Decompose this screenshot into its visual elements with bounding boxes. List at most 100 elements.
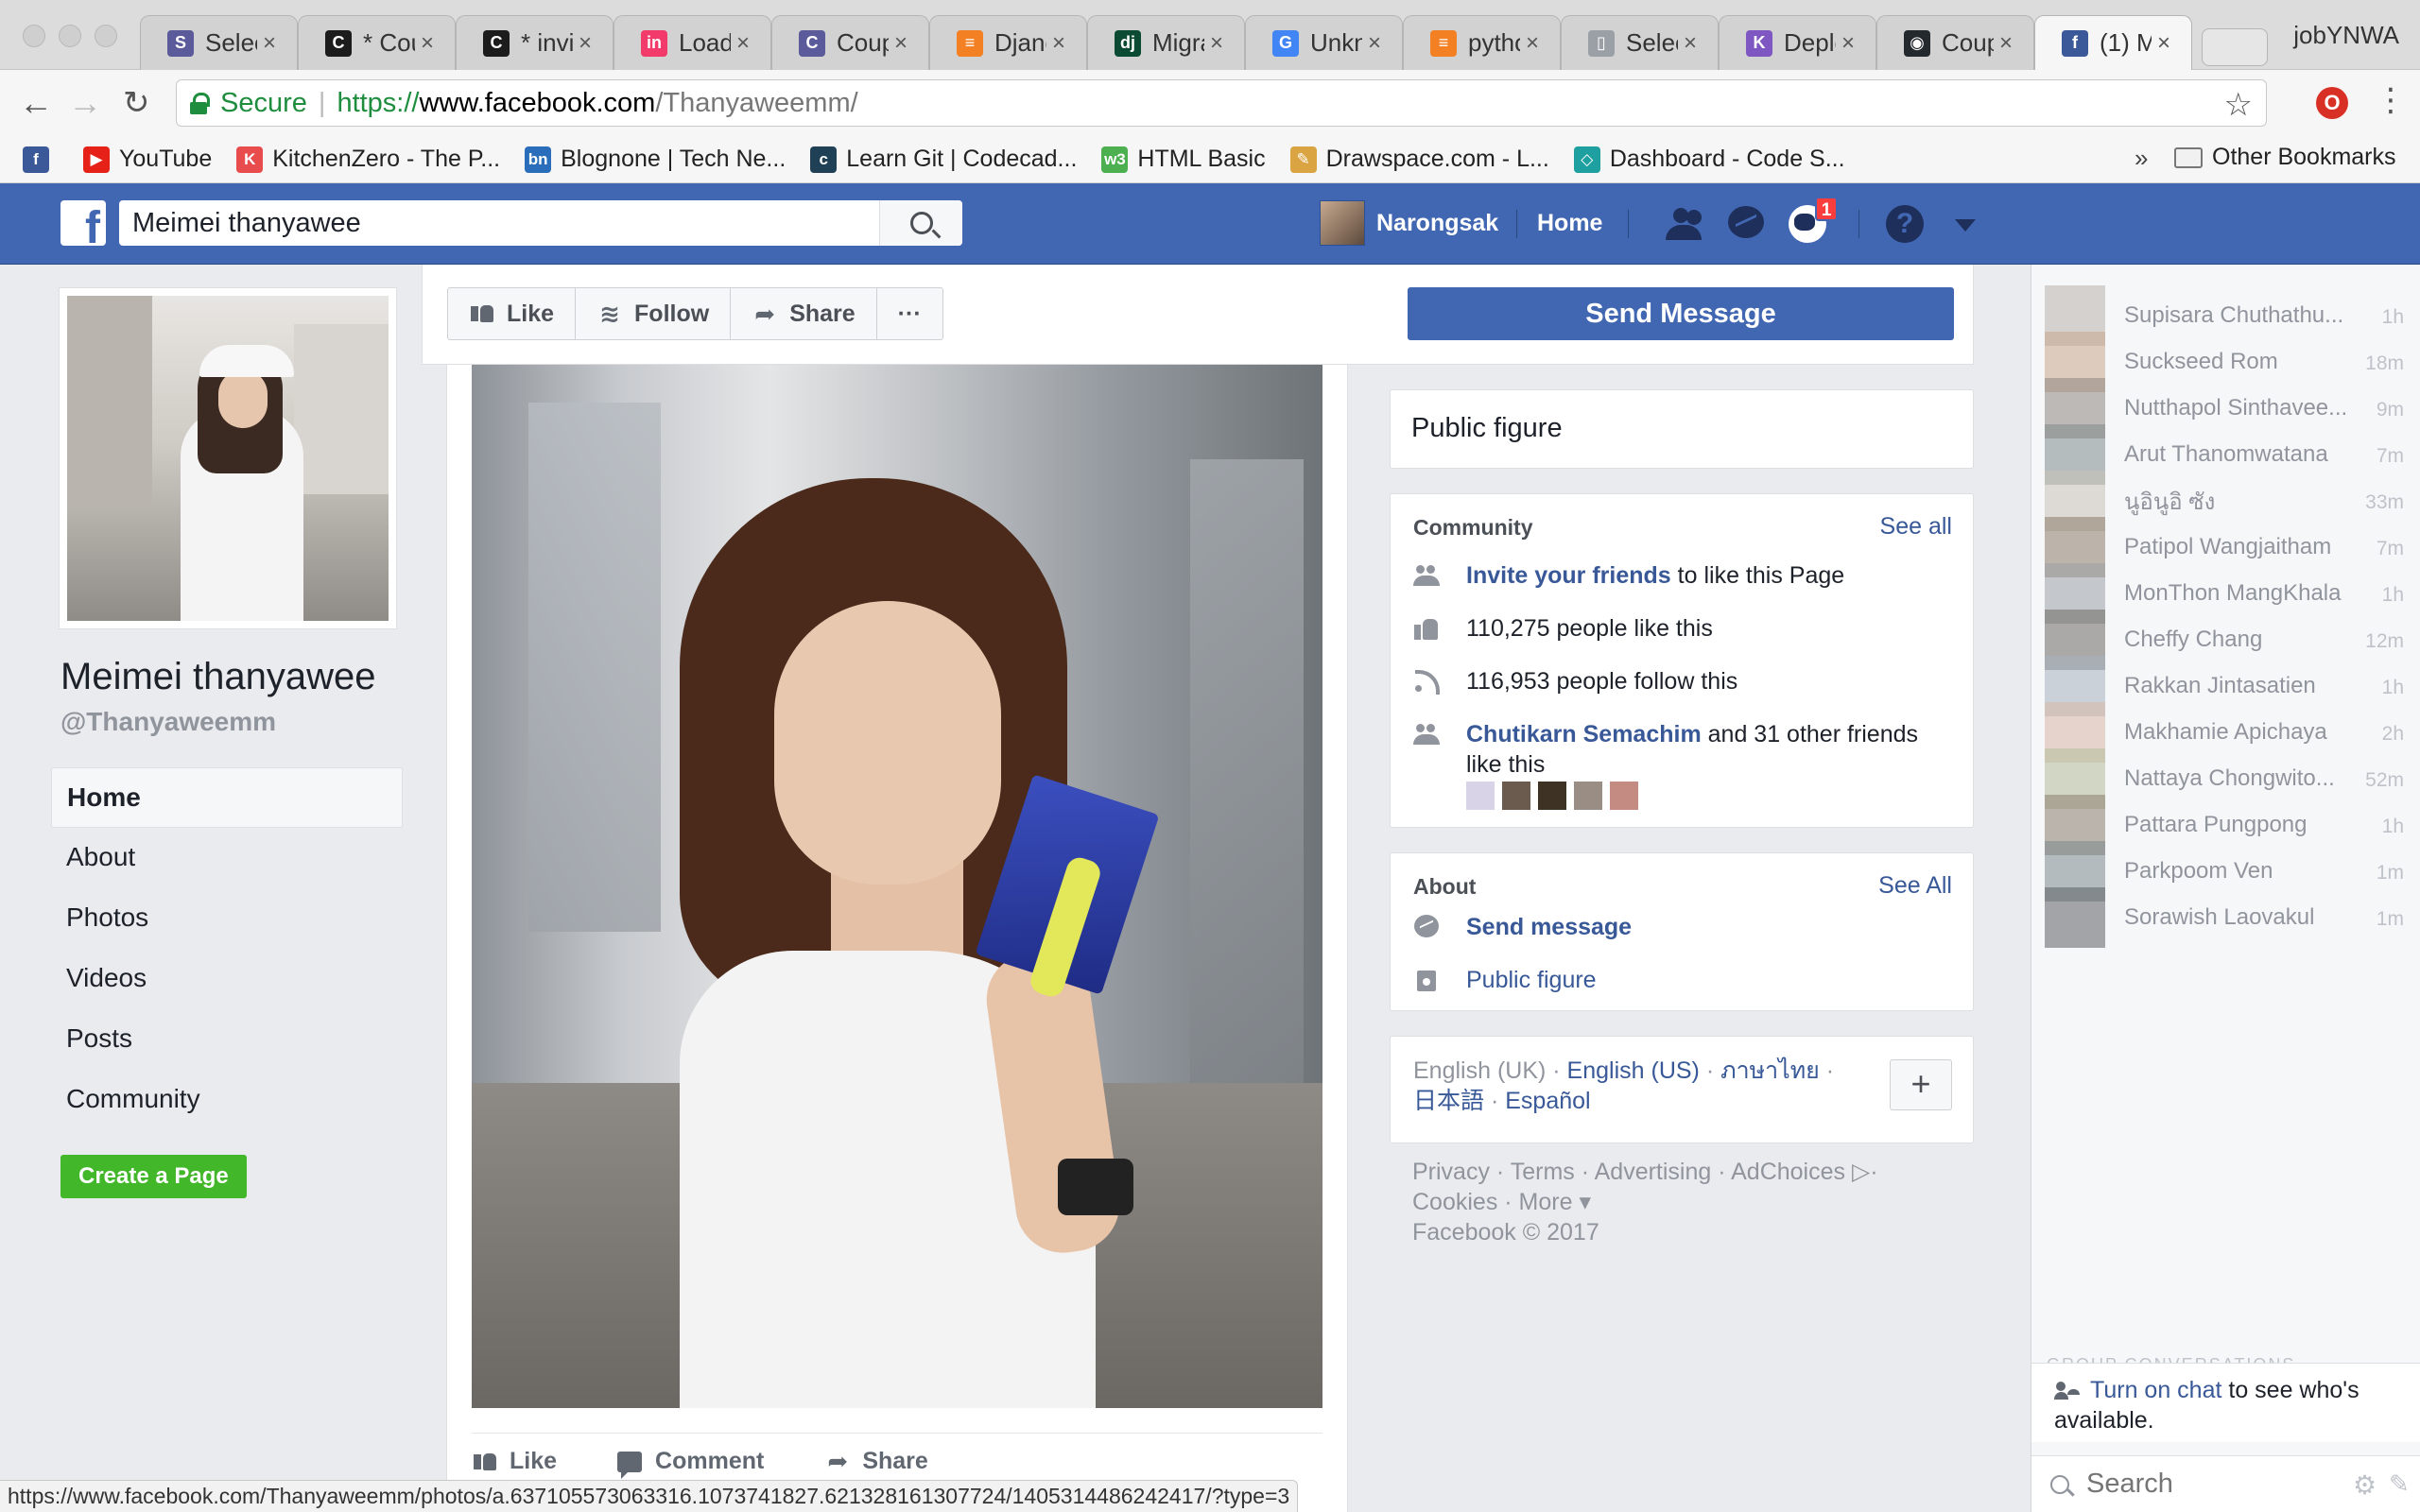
- friends-icon[interactable]: [1660, 202, 1703, 246]
- messenger-icon[interactable]: [1724, 202, 1768, 246]
- turn-on-chat-link[interactable]: Turn on chat: [2090, 1377, 2221, 1403]
- post-photo[interactable]: [472, 365, 1322, 1408]
- bookmark-item[interactable]: bn Blognone | Tech Ne...: [525, 146, 786, 173]
- reload-button[interactable]: ↻: [123, 85, 150, 121]
- search-button[interactable]: [879, 200, 962, 246]
- browser-tab[interactable]: ≡ pytho×: [1403, 15, 1561, 70]
- follow-button[interactable]: ≋ Follow: [576, 287, 732, 340]
- new-tab-button[interactable]: [2202, 28, 2268, 66]
- community-see-all-link[interactable]: See all: [1880, 513, 1952, 541]
- close-icon[interactable]: ×: [263, 30, 276, 57]
- page-handle[interactable]: @Thanyaweemm: [60, 707, 276, 737]
- footer-line[interactable]: Privacy · Terms · Advertising · AdChoice…: [1412, 1157, 1942, 1187]
- close-icon[interactable]: ×: [579, 30, 592, 57]
- post-comment-button[interactable]: Comment: [617, 1448, 764, 1479]
- page-nav-item-videos[interactable]: Videos: [51, 949, 403, 1009]
- create-page-button[interactable]: Create a Page: [60, 1155, 247, 1198]
- close-icon[interactable]: ×: [1052, 30, 1065, 57]
- bookmark-item[interactable]: ✎ Drawspace.com - L...: [1289, 146, 1549, 173]
- browser-tab[interactable]: ▯ Selec×: [1561, 15, 1719, 70]
- browser-profile-name[interactable]: jobYNWA: [2293, 21, 2399, 50]
- language-link[interactable]: English (US): [1567, 1057, 1700, 1084]
- close-icon[interactable]: ×: [1999, 30, 2013, 57]
- bookmark-item[interactable]: K KitchenZero - The P...: [236, 146, 500, 173]
- footer-line[interactable]: Cookies · More ▾: [1412, 1187, 1942, 1217]
- home-link[interactable]: Home: [1537, 210, 1602, 237]
- share-page-button[interactable]: ➦ Share: [731, 287, 877, 340]
- page-nav-item-posts[interactable]: Posts: [51, 1009, 403, 1070]
- close-icon[interactable]: ×: [1684, 30, 1697, 57]
- close-icon[interactable]: ×: [1368, 30, 1381, 57]
- browser-tab[interactable]: ◉ Coup ×: [1876, 15, 2034, 70]
- language-link[interactable]: ภาษาไทย: [1720, 1057, 1820, 1084]
- close-icon[interactable]: ×: [2157, 30, 2170, 57]
- bookmark-item[interactable]: f: [23, 146, 59, 173]
- follows-count[interactable]: 116,953 people follow this: [1466, 666, 1737, 696]
- close-icon[interactable]: ×: [1210, 30, 1223, 57]
- minimize-window-button[interactable]: [59, 25, 81, 47]
- language-link[interactable]: Español: [1505, 1088, 1590, 1114]
- bookmarks-overflow-button[interactable]: »: [2135, 144, 2148, 173]
- browser-tab[interactable]: G Unkn ×: [1245, 15, 1403, 70]
- language-link[interactable]: 日本語: [1413, 1088, 1484, 1114]
- like-page-button[interactable]: Like: [447, 287, 577, 340]
- close-window-button[interactable]: [23, 25, 45, 47]
- browser-tab[interactable]: C Coup ×: [771, 15, 929, 70]
- avatar[interactable]: [1466, 782, 1495, 810]
- page-nav-item-about[interactable]: About: [51, 828, 403, 888]
- post-like-button[interactable]: Like: [472, 1448, 557, 1475]
- about-send-message-link[interactable]: Send message: [1466, 912, 1632, 942]
- search-input[interactable]: [119, 201, 875, 245]
- browser-tab[interactable]: ≡ Djang×: [929, 15, 1087, 70]
- browser-tab[interactable]: in Loadi×: [614, 15, 771, 70]
- profile-picture[interactable]: [59, 287, 397, 629]
- maximize-window-button[interactable]: [95, 25, 117, 47]
- browser-menu-icon[interactable]: ⋮: [2375, 81, 2407, 119]
- back-button[interactable]: ←: [19, 85, 53, 121]
- page-title[interactable]: Meimei thanyawee: [60, 656, 376, 698]
- post-share-button[interactable]: ➦ Share: [824, 1447, 927, 1475]
- invite-friends-link[interactable]: Invite your friends: [1466, 562, 1671, 589]
- page-nav-item-home[interactable]: Home: [51, 767, 403, 828]
- avatar[interactable]: [1538, 782, 1566, 810]
- browser-tab[interactable]: C * Cou×: [298, 15, 456, 70]
- chat-contact[interactable]: Sorawish Laovakul 1m: [2045, 887, 2417, 948]
- chat-search-input[interactable]: [2086, 1469, 2313, 1500]
- page-nav-item-community[interactable]: Community: [51, 1070, 403, 1130]
- more-options-button[interactable]: ···: [876, 287, 943, 340]
- other-bookmarks[interactable]: Other Bookmarks: [2174, 144, 2396, 171]
- page-nav-item-photos[interactable]: Photos: [51, 888, 403, 949]
- profile-link[interactable]: Narongsak: [1320, 200, 1498, 246]
- avatar[interactable]: [1502, 782, 1530, 810]
- about-see-all-link[interactable]: See All: [1878, 872, 1952, 900]
- avatar[interactable]: [1574, 782, 1602, 810]
- likes-count[interactable]: 110,275 people like this: [1466, 613, 1713, 644]
- close-icon[interactable]: ×: [421, 30, 434, 57]
- close-icon[interactable]: ×: [1526, 30, 1539, 57]
- facebook-logo[interactable]: f: [60, 200, 106, 246]
- extension-icon[interactable]: O: [2316, 87, 2348, 119]
- friend-name-link[interactable]: Chutikarn Semachim: [1466, 721, 1702, 747]
- gear-icon[interactable]: ⚙: [2353, 1469, 2377, 1501]
- browser-tab[interactable]: K Deplo×: [1719, 15, 1876, 70]
- browser-tab[interactable]: dj Migra×: [1087, 15, 1245, 70]
- browser-tab[interactable]: f (1) M ×: [2034, 15, 2192, 70]
- address-bar[interactable]: Secure | https://www.facebook.com/Thanya…: [176, 79, 2267, 127]
- dropdown-icon[interactable]: [1955, 219, 1976, 232]
- help-icon[interactable]: [1883, 202, 1927, 246]
- close-icon[interactable]: ×: [1841, 30, 1855, 57]
- add-language-button[interactable]: +: [1890, 1059, 1952, 1110]
- forward-button[interactable]: →: [68, 85, 102, 121]
- bookmark-item[interactable]: c Learn Git | Codecad...: [810, 146, 1077, 173]
- close-icon[interactable]: ×: [894, 30, 908, 57]
- close-icon[interactable]: ×: [736, 30, 750, 57]
- bookmark-item[interactable]: w3 HTML Basic: [1101, 146, 1266, 173]
- bookmark-star-icon[interactable]: ☆: [2224, 86, 2253, 124]
- browser-tab[interactable]: S Selec×: [140, 15, 298, 70]
- compose-icon[interactable]: ✎: [2389, 1469, 2410, 1499]
- bookmark-item[interactable]: ▶ YouTube: [83, 146, 212, 173]
- bookmark-item[interactable]: ◇ Dashboard - Code S...: [1573, 146, 1845, 173]
- avatar[interactable]: [1610, 782, 1638, 810]
- send-message-button[interactable]: Send Message: [1408, 287, 1954, 340]
- browser-tab[interactable]: C * invi ×: [456, 15, 614, 70]
